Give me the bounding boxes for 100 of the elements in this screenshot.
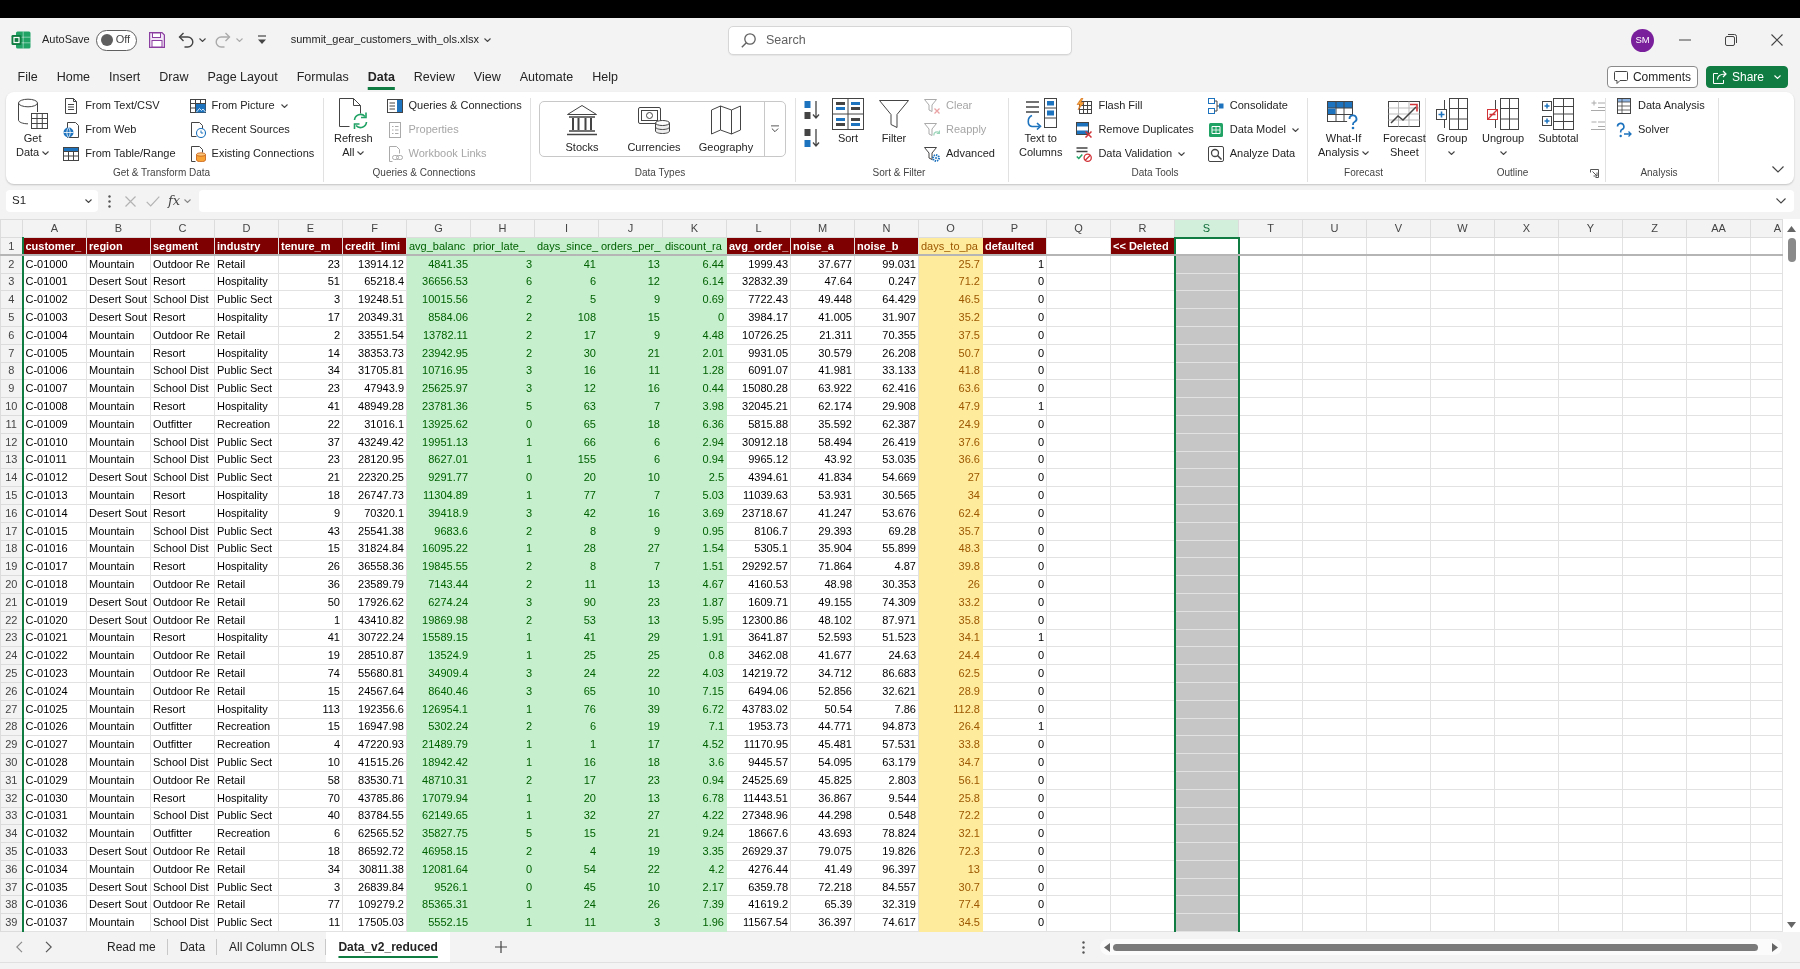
column-header[interactable]: U [1302,219,1367,238]
column-header[interactable]: B [86,219,151,238]
autosave-toggle[interactable]: Off [95,29,137,51]
menu-tab[interactable]: Formulas [287,64,359,90]
more-options-icon[interactable] [1082,940,1085,954]
column-header[interactable]: E [278,219,343,238]
insert-function-button[interactable]: fx [168,193,181,209]
user-avatar[interactable]: SM [1631,28,1654,52]
sort-descending-icon[interactable] [804,128,820,148]
ribbon-button[interactable]: Analyze Data [1205,143,1302,165]
column-header[interactable]: N [854,219,919,238]
share-button[interactable]: Share [1705,66,1788,88]
ribbon-button[interactable]: From Picture [187,95,317,117]
restore-icon[interactable] [1725,34,1737,46]
menu-tab[interactable]: Home [47,64,100,90]
ribbon-button[interactable]: Recent Sources [187,119,317,141]
close-icon[interactable] [1771,34,1783,46]
ribbon-button[interactable]: Sort [830,98,866,145]
column-header[interactable]: Z [1622,219,1687,238]
sheet-tab[interactable]: Data_v2_reduced [326,932,450,962]
comments-button[interactable]: Comments [1606,66,1698,88]
column-header[interactable]: Q [1046,219,1111,238]
column-header[interactable]: L [726,219,791,238]
column-header[interactable]: A [22,219,87,238]
file-name[interactable]: summit_gear_customers_with_ols.xlsx [290,33,479,47]
ribbon-button[interactable]: Queries & Connections [384,95,524,117]
column-header[interactable]: H [470,219,535,238]
data-type-button[interactable]: Geography [690,102,762,156]
ribbon-button[interactable]: Remove Duplicates [1074,119,1196,141]
ribbon-button[interactable]: Data Model [1205,119,1302,141]
ribbon-button[interactable]: Consolidate [1205,95,1302,117]
ribbon-button[interactable]: From Text/CSV [61,95,178,117]
column-header[interactable]: P [982,219,1047,238]
name-box[interactable]: S1 [6,190,98,212]
more-options-icon[interactable] [108,194,111,208]
column-header[interactable]: J [598,219,663,238]
ribbon-button[interactable]: Refresh All [332,98,375,159]
ribbon-button[interactable]: Subtotal [1536,98,1581,145]
column-header[interactable]: W [1430,219,1495,238]
menu-tab[interactable]: Review [404,64,465,90]
ribbon-button[interactable]: Get Data [14,98,52,159]
undo-icon[interactable] [177,32,194,48]
chevron-down-icon[interactable] [1776,198,1786,204]
menu-tab[interactable]: Insert [99,64,150,90]
data-type-button[interactable]: Stocks [546,102,618,156]
caret-icon[interactable] [198,38,206,42]
chevron-right-icon[interactable] [45,941,52,953]
column-header[interactable]: I [534,219,599,238]
column-header[interactable]: X [1494,219,1559,238]
chevron-left-icon[interactable] [16,941,23,953]
menu-tab[interactable]: Draw [149,64,198,90]
ribbon-button[interactable]: Ungroup [1480,98,1527,159]
scroll-down-icon[interactable] [1787,922,1796,928]
dialog-launcher-icon[interactable] [1590,168,1599,178]
data-type-button[interactable]: Currencies [618,102,690,156]
column-header[interactable]: G [406,219,471,238]
column-header[interactable]: M [790,219,855,238]
sort-ascending-icon[interactable] [804,100,820,120]
scroll-left-icon[interactable] [1104,942,1110,952]
scroll-up-icon[interactable] [1787,226,1796,232]
column-header[interactable]: R [1110,219,1175,238]
ribbon-button[interactable]: Flash Fill [1074,95,1196,117]
customize-icon[interactable] [256,35,267,45]
ribbon-button[interactable]: Solver [1614,119,1707,141]
ribbon-button[interactable]: Forecast Sheet [1380,98,1428,159]
ribbon-button[interactable]: From Web [61,119,178,141]
menu-tab[interactable]: Automate [510,64,583,90]
plus-icon[interactable] [494,941,507,953]
column-header[interactable]: D [214,219,279,238]
app-icon[interactable] [11,31,31,49]
ribbon-button[interactable]: Data Validation [1074,143,1196,165]
column-header[interactable]: F [342,219,407,238]
column-header[interactable]: T [1238,219,1303,238]
menu-tab[interactable]: File [8,64,48,90]
ribbon-button[interactable]: Advanced [922,143,997,165]
chevron-down-icon[interactable] [1772,166,1784,173]
ribbon-button[interactable]: What-If Analysis [1316,98,1371,159]
column-header[interactable]: Y [1558,219,1623,238]
scrollbar-thumb[interactable] [1113,943,1758,951]
menu-tab[interactable]: Page Layout [197,64,288,90]
column-header[interactable]: S [1174,219,1239,238]
column-header[interactable]: C [150,219,215,238]
column-header[interactable]: K [662,219,727,238]
search-field[interactable]: Search [728,25,1072,55]
column-header[interactable]: V [1366,219,1431,238]
caret-icon[interactable] [484,38,491,42]
column-header[interactable]: A [1750,219,1783,238]
scroll-right-icon[interactable] [1772,942,1778,952]
horizontal-scrollbar[interactable] [1100,939,1782,955]
ribbon-button[interactable]: Text to Columns [1017,98,1065,159]
column-header[interactable]: O [918,219,983,238]
formula-input[interactable] [199,190,1794,212]
check-icon[interactable] [146,195,160,207]
scrollbar-thumb[interactable] [1787,238,1796,262]
ribbon-button[interactable]: Existing Connections [187,143,317,165]
column-header[interactable]: AA [1686,219,1751,238]
ribbon-button[interactable]: From Table/Range [61,143,178,165]
save-icon[interactable] [148,32,165,48]
menu-tab[interactable]: Help [582,64,628,90]
menu-tab[interactable]: View [464,64,511,90]
